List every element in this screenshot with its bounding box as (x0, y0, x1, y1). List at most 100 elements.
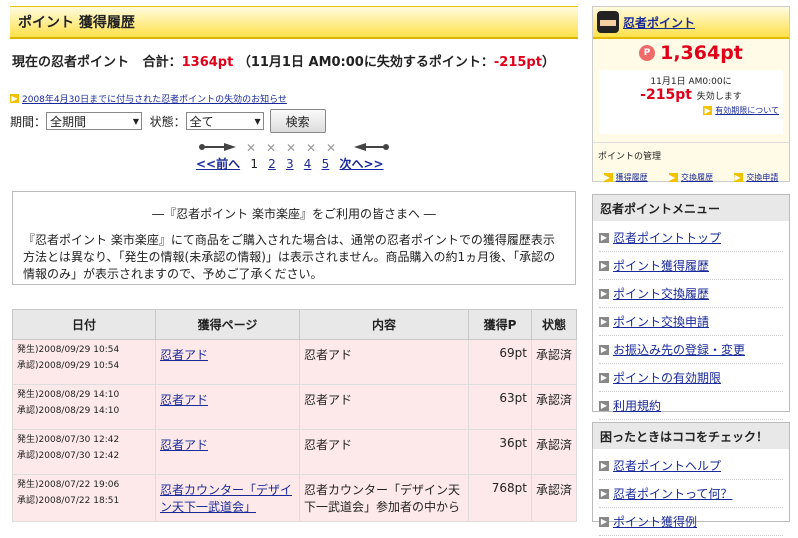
notice-row: ▶ 2008年4月30日までに付与された忍者ポイントの失効のお知らせ (10, 92, 578, 105)
help-link-what[interactable]: 忍者ポイントって何？ (613, 485, 732, 502)
current-points-label: 現在の忍者ポイント (12, 55, 130, 70)
arrow-right-icon: ▶ (10, 94, 19, 103)
pager-shuriken-decoration: ✕ ✕ ✕ ✕ ✕ (199, 141, 389, 154)
expire-amount-suffix: 失効します (696, 92, 742, 102)
svg-text:✕: ✕ (306, 141, 316, 154)
expiry-notice-link[interactable]: 2008年4月30日までに付与された忍者ポイントの失効のお知らせ (22, 92, 287, 105)
help-title: 困ったときはココをチェック！ (593, 423, 789, 449)
svg-text:✕: ✕ (246, 141, 256, 154)
arrow-right-icon: ▶ (599, 344, 609, 355)
help-item: ▶ 忍者ポイントって何？ (599, 480, 783, 508)
arrow-right-icon: ▶ (599, 516, 609, 527)
page-cell: 忍者アド (155, 339, 300, 385)
points-cell: 36pt (468, 429, 532, 475)
menu-link-exchange-history[interactable]: ポイント交換履歴 (613, 285, 709, 302)
col-content: 内容 (299, 309, 469, 340)
page-link[interactable]: 忍者カウンター「デザイン天下一武道会」 (160, 483, 292, 514)
prev-page-link[interactable]: <<前へ (196, 157, 240, 171)
menu-item: ▶ ポイントの有効期限 (599, 364, 783, 392)
expire-date: 11月1日 AM0:00に (650, 77, 732, 87)
main-content: ポイント 獲得履歴 現在の忍者ポイント 合計：1364pt （11月1日 AM0… (10, 6, 578, 133)
rakuichi-info-box: ―『忍者ポイント 楽市楽座』をご利用の皆さまへ ― 『忍者ポイント 楽市楽座』に… (12, 191, 576, 285)
mgmt-links: ▶ 獲得履歴 ▶ 交換履歴 ▶ 交換申請 (593, 172, 789, 183)
svg-text:✕: ✕ (326, 141, 336, 154)
total-label: 合計： (142, 55, 182, 70)
points-cell: 63pt (468, 384, 532, 430)
date-cell: 発生)2008/07/30 12:42 承認)2008/07/30 12:42 (12, 429, 156, 475)
content-cell: 忍者カウンター「デザイン天下一武道会」参加者の中から (299, 474, 469, 522)
page-link-5[interactable]: 5 (322, 157, 330, 171)
approved-date: 承認)2008/09/29 10:54 (17, 361, 120, 371)
total-points-value: 1364pt (181, 55, 234, 70)
svg-text:✕: ✕ (286, 141, 296, 154)
status-cell: 承認済 (531, 384, 577, 430)
chevron-down-icon: ▼ (254, 116, 261, 126)
shuriken-icon: ✕ ✕ ✕ ✕ ✕ (246, 141, 336, 154)
mgmt-link-earned[interactable]: 獲得履歴 (616, 172, 648, 183)
mgmt-link-request[interactable]: 交換申請 (746, 172, 778, 183)
ninja-avatar-icon (597, 11, 619, 33)
menu-link-history[interactable]: ポイント獲得履歴 (613, 257, 709, 274)
expire-suffix: に失効するポイント： (363, 55, 494, 70)
search-button[interactable]: 検索 (269, 109, 326, 133)
approved-date: 承認)2008/08/29 14:10 (17, 406, 120, 416)
content-cell: 忍者アド (299, 339, 469, 385)
help-item: ▶ 忍者ポイントヘルプ (599, 452, 783, 480)
page-link-2[interactable]: 2 (268, 157, 276, 171)
page-link-3[interactable]: 3 (286, 157, 294, 171)
expire-time: AM0:00 (308, 55, 364, 70)
menu-link-bank[interactable]: お振込み先の登録・変更 (613, 341, 745, 358)
page-link[interactable]: 忍者アド (160, 393, 208, 407)
menu-item: ▶ ポイント交換申請 (599, 308, 783, 336)
date-cell: 発生)2008/09/29 10:54 承認)2008/09/29 10:54 (12, 339, 156, 385)
page-current: 1 (250, 157, 258, 171)
summary-close: ） (541, 55, 555, 70)
status-label: 状態： (149, 114, 186, 129)
ninja-points-link[interactable]: 忍者ポイント (623, 14, 695, 31)
points-cell: 768pt (468, 474, 532, 522)
validity-row: ▶ 有効期限について (599, 105, 783, 116)
content-cell: 忍者アド (299, 384, 469, 430)
points-cell: 69pt (468, 339, 532, 385)
table-header-row: 日付 獲得ページ 内容 獲得P 状態 (12, 309, 577, 340)
points-summary: 現在の忍者ポイント 合計：1364pt （11月1日 AM0:00に失効するポイ… (10, 51, 578, 70)
points-menu-title: 忍者ポイントメニュー (593, 195, 789, 221)
help-link-help[interactable]: 忍者ポイントヘルプ (613, 457, 721, 474)
mgmt-label: ポイントの管理 (598, 152, 662, 162)
arrow-right-icon: ▶ (603, 173, 613, 182)
mgmt-link-wrap: ▶ 交換履歴 (668, 172, 713, 183)
menu-link-top[interactable]: 忍者ポイントトップ (613, 229, 721, 246)
mgmt-link-exchanged[interactable]: 交換履歴 (681, 172, 713, 183)
issued-date: 発生)2008/09/29 10:54 (17, 345, 120, 355)
menu-link-terms[interactable]: 利用規約 (613, 397, 661, 414)
content-cell: 忍者アド (299, 429, 469, 475)
help-item: ▶ ポイント獲得例 (599, 508, 783, 536)
menu-item: ▶ お振込み先の登録・変更 (599, 336, 783, 364)
chevron-down-icon: ▼ (132, 116, 140, 126)
menu-item: ▶ 利用規約 (599, 392, 783, 420)
period-select-value: 全期間 (50, 114, 87, 129)
menu-link-exchange-request[interactable]: ポイント交換申請 (613, 313, 709, 330)
page-cell: 忍者アド (155, 429, 300, 475)
expire-box: 11月1日 AM0:00に -215pt 失効します ▶ 有効期限について (599, 70, 783, 134)
mgmt-link-wrap: ▶ 獲得履歴 (603, 172, 648, 183)
next-page-link[interactable]: 次へ>> (339, 157, 383, 171)
page-link[interactable]: 忍者アド (160, 438, 208, 452)
page-link[interactable]: 忍者アド (160, 348, 208, 362)
points-widget: 忍者ポイント P 1,364pt 11月1日 AM0:00に -215pt 失効… (592, 6, 790, 182)
period-select[interactable]: 全期間 ▼ (46, 112, 143, 130)
info-text: 『忍者ポイント 楽市楽座』にて商品をご購入された場合は、通常の忍者ポイントでの獲… (23, 233, 556, 281)
approved-date: 承認)2008/07/30 12:42 (17, 451, 120, 461)
page-link-4[interactable]: 4 (304, 157, 312, 171)
status-cell: 承認済 (531, 339, 577, 385)
menu-link-expiry[interactable]: ポイントの有効期限 (613, 369, 721, 386)
arrow-right-icon: ▶ (599, 288, 609, 299)
help-link-examples[interactable]: ポイント獲得例 (613, 513, 697, 530)
points-balance: P 1,364pt (593, 42, 789, 64)
points-menu: 忍者ポイントメニュー ▶ 忍者ポイントトップ ▶ ポイント獲得履歴 ▶ ポイント交換履… (592, 194, 790, 420)
validity-link[interactable]: 有効期限について (715, 105, 779, 116)
issued-date: 発生)2008/07/30 12:42 (17, 435, 120, 445)
table-row: 発生)2008/07/30 12:42 承認)2008/07/30 12:42 忍… (12, 429, 577, 475)
status-select[interactable]: 全て ▼ (185, 112, 264, 130)
table-row: 発生)2008/08/29 14:10 承認)2008/08/29 14:10 忍… (12, 384, 577, 430)
